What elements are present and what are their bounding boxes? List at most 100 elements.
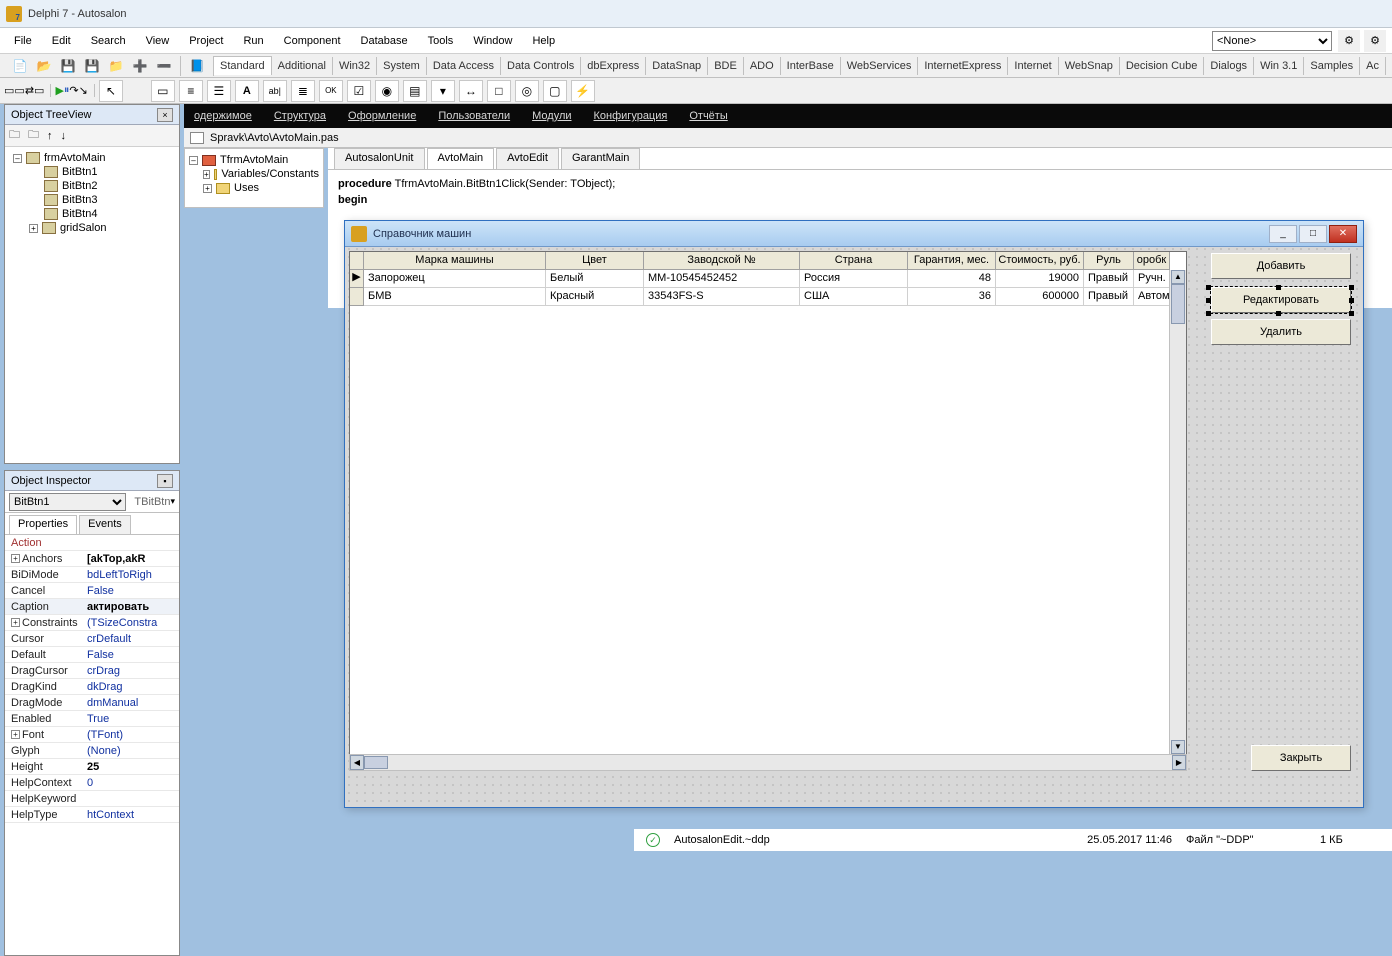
col-Стоимость, руб.[interactable]: Стоимость, руб. [996,252,1084,270]
prop-action[interactable]: Action [5,535,179,551]
palette-tab-dialogs[interactable]: Dialogs [1204,57,1254,75]
inspector-grid[interactable]: Action+Anchors[akTop,akRBiDiModebdLeftTo… [5,535,179,955]
close-button[interactable]: ✕ [1329,225,1357,243]
menu-tools[interactable]: Tools [418,31,464,51]
unit-structure-tree[interactable]: –TfrmAvtoMain +Variables/Constants +Uses [184,148,324,208]
palette-tab-ac[interactable]: Ac [1360,57,1386,75]
dark-menu-модули[interactable]: Модули [532,110,571,122]
col-Марка машины[interactable]: Марка машины [364,252,546,270]
pin-icon[interactable]: ▪ [157,474,173,488]
combobox-component[interactable]: ▾ [431,80,455,102]
palette-tab-internetexpress[interactable]: InternetExpress [918,57,1008,75]
col-Заводской №[interactable]: Заводской № [644,252,800,270]
prop-default[interactable]: DefaultFalse [5,647,179,663]
button-component[interactable]: OK [319,80,343,102]
listbox-component[interactable]: ▤ [403,80,427,102]
run-target-combo[interactable]: <None> [1212,31,1332,51]
checkbox-component[interactable]: ☑ [347,80,371,102]
prop-enabled[interactable]: EnabledTrue [5,711,179,727]
run-config1-button[interactable]: ⚙ [1338,30,1360,52]
prop-helpkeyword[interactable]: HelpKeyword [5,791,179,807]
palette-tab-data-access[interactable]: Data Access [427,57,501,75]
openproj-icon[interactable]: 📁 [105,56,127,76]
delete-button[interactable]: Удалить [1211,319,1351,345]
menu-file[interactable]: File [4,31,42,51]
dark-menu-одержимое[interactable]: одержимое [194,110,252,122]
palette-tab-interbase[interactable]: InterBase [781,57,841,75]
inspector-object-select[interactable]: BitBtn1 [9,493,126,511]
prop-font[interactable]: +Font(TFont) [5,727,179,743]
explorer-file-row[interactable]: ✓ AutosalonEdit.~ddp 25.05.2017 11:46 Фа… [634,829,1392,851]
table-row[interactable]: БМВКрасный33543FS-SСША36600000ПравыйАвто… [350,288,1186,306]
prop-dragcursor[interactable]: DragCursorcrDrag [5,663,179,679]
form-designer-window[interactable]: Справочник машин _ □ ✕ Марка машиныЦветЗ… [344,220,1364,808]
stepin-icon[interactable]: ↘ [79,84,88,97]
tree-node-bitbtn3[interactable]: BitBtn3 [9,193,175,207]
tree-up-icon[interactable]: ↑ [47,130,53,142]
prop-dragmode[interactable]: DragModedmManual [5,695,179,711]
palette-tab-win32[interactable]: Win32 [333,57,377,75]
actionlist-component[interactable]: ⚡ [571,80,595,102]
edit-button[interactable]: Редактировать [1211,287,1351,313]
palette-tab-additional[interactable]: Additional [272,57,333,75]
viewform-icon[interactable]: ▭ [4,84,14,97]
tree-node-bitbtn1[interactable]: BitBtn1 [9,165,175,179]
popupmenu-component[interactable]: ☰ [207,80,231,102]
help-icon[interactable]: 📘 [186,56,208,76]
dark-menu-отчёты[interactable]: Отчёты [689,110,727,122]
prop-cancel[interactable]: CancelFalse [5,583,179,599]
menu-component[interactable]: Component [274,31,351,51]
prop-cursor[interactable]: CursorcrDefault [5,631,179,647]
prop-constraints[interactable]: +Constraints(TSizeConstra [5,615,179,631]
code-tab-autosalonunit[interactable]: AutosalonUnit [334,148,425,169]
maximize-button[interactable]: □ [1299,225,1327,243]
tree-root[interactable]: – frmAvtoMain [9,151,175,165]
prop-height[interactable]: Height25 [5,759,179,775]
palette-tab-samples[interactable]: Samples [1304,57,1360,75]
radiogroup-component[interactable]: ◎ [515,80,539,102]
col-Гарантия, мес.[interactable]: Гарантия, мес. [908,252,996,270]
addfile-icon[interactable]: ➕ [129,56,151,76]
prop-caption[interactable]: Captionактировать [5,599,179,615]
col-оробк[interactable]: оробк [1134,252,1170,270]
prop-anchors[interactable]: +Anchors[akTop,akR [5,551,179,567]
scrollbar-component[interactable]: ↔ [459,80,483,102]
horizontal-scrollbar[interactable]: ◀▶ [349,754,1187,771]
tree-refresh-icon[interactable]: 🗀 [9,126,20,145]
code-tab-avtomain[interactable]: AvtoMain [427,148,495,169]
dark-menu-конфигурация[interactable]: Конфигурация [594,110,668,122]
viewunit-icon[interactable]: ▭ [14,84,24,97]
col-Руль[interactable]: Руль [1084,252,1134,270]
col-Страна[interactable]: Страна [800,252,908,270]
open-icon[interactable]: 📂 [33,56,55,76]
menu-edit[interactable]: Edit [42,31,81,51]
save-icon[interactable]: 💾 [57,56,79,76]
menu-database[interactable]: Database [351,31,418,51]
code-tab-avtoedit[interactable]: AvtoEdit [496,148,559,169]
panel-component[interactable]: ▢ [543,80,567,102]
tab-properties[interactable]: Properties [9,515,77,534]
stepover-icon[interactable]: ↷ [69,84,78,97]
mainmenu-component[interactable]: ≡ [179,80,203,102]
palette-tab-websnap[interactable]: WebSnap [1059,57,1120,75]
palette-tab-dbexpress[interactable]: dbExpress [581,57,646,75]
edit-component[interactable]: ab| [263,80,287,102]
tab-events[interactable]: Events [79,515,131,534]
prop-helpcontext[interactable]: HelpContext0 [5,775,179,791]
menu-window[interactable]: Window [463,31,522,51]
newform-icon[interactable]: ▭ [34,84,44,97]
palette-tab-ado[interactable]: ADO [744,57,781,75]
menu-project[interactable]: Project [179,31,233,51]
groupbox-component[interactable]: □ [487,80,511,102]
saveall-icon[interactable]: 💾 [81,56,103,76]
menu-view[interactable]: View [136,31,180,51]
prop-helptype[interactable]: HelpTypehtContext [5,807,179,823]
tree-node-gridsalon[interactable]: +gridSalon [9,221,175,235]
toggle-icon[interactable]: ⇄ [25,84,34,97]
dark-menu-структура[interactable]: Структура [274,110,326,122]
col-Цвет[interactable]: Цвет [546,252,644,270]
dark-menu-оформление[interactable]: Оформление [348,110,416,122]
tree-down-icon[interactable]: ↓ [61,130,67,142]
palette-tab-bde[interactable]: BDE [708,57,744,75]
palette-tab-datasnap[interactable]: DataSnap [646,57,708,75]
